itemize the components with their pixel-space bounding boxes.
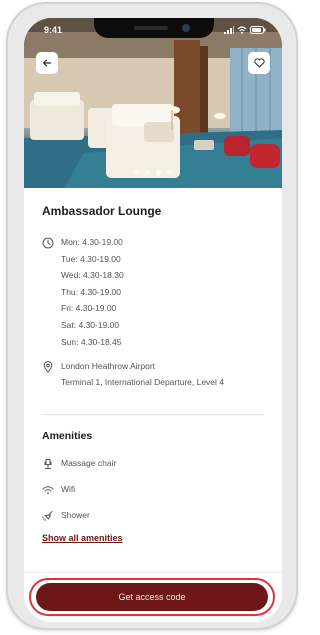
shower-icon [42,511,53,521]
bottom-action-bar: Get access code [24,572,282,622]
hours-list: Mon: 4.30-19.00 Tue: 4.30-19.00 Wed: 4.3… [61,236,124,352]
clock-icon [42,237,54,249]
battery-icon [250,26,266,34]
hours-row: Sat: 4.30-19.00 [61,319,120,330]
location-pin-icon [43,361,53,373]
back-button[interactable] [36,52,58,74]
status-icons [224,26,266,34]
lounge-hero-image: 9:41 [24,18,282,188]
status-bar: 9:41 [24,18,282,40]
terminal-info: Terminal 1, International Departure, Lev… [61,377,225,387]
lounge-details: Ambassador Lounge Mon: 4.30-19.00 Tue: 4… [42,204,264,543]
app-screen: 9:41 Ambassador Lounge Mon: 4.30-19.00 T… [24,18,282,622]
cellular-signal-icon [224,26,234,34]
airport-name: London Heathrow Airport [61,361,156,371]
get-access-code-button[interactable]: Get access code [36,583,268,611]
carousel-dot[interactable] [145,170,150,175]
arrow-left-icon [43,59,52,67]
amenity-massage-chair: Massage chair [42,458,242,470]
show-all-amenities-link[interactable]: Show all amenities [42,533,123,543]
status-time: 9:41 [44,25,63,35]
hours-row: Mon: 4.30-19.00 [61,237,123,247]
amenities-title: Amenities [42,430,93,442]
carousel-dot[interactable] [167,170,172,175]
carousel-dot[interactable] [134,170,139,175]
section-divider [42,414,264,415]
wifi-icon [42,486,54,495]
hours-row: Tue: 4.30-19.00 [61,253,121,264]
massage-chair-icon [44,459,52,469]
amenity-label: Shower [61,510,90,520]
amenity-label: Massage chair [61,458,117,468]
hours-row: Sun: 4.30-18.45 [61,336,122,347]
wifi-status-icon [237,26,247,34]
amenity-wifi: Wifi [42,484,242,496]
hours-row: Fri: 4.30-19.00 [61,303,117,314]
heart-icon [253,58,265,68]
carousel-dots [24,170,282,175]
amenity-label: Wifi [61,484,76,494]
lounge-photo [24,18,282,188]
carousel-dot-active[interactable] [156,170,161,175]
lounge-name: Ambassador Lounge [42,204,162,218]
hours-row: Thu: 4.30-19.00 [61,286,122,297]
hours-row: Wed: 4.30-18.30 [61,270,124,281]
favorite-button[interactable] [248,52,270,74]
amenity-shower: Shower [42,510,242,522]
